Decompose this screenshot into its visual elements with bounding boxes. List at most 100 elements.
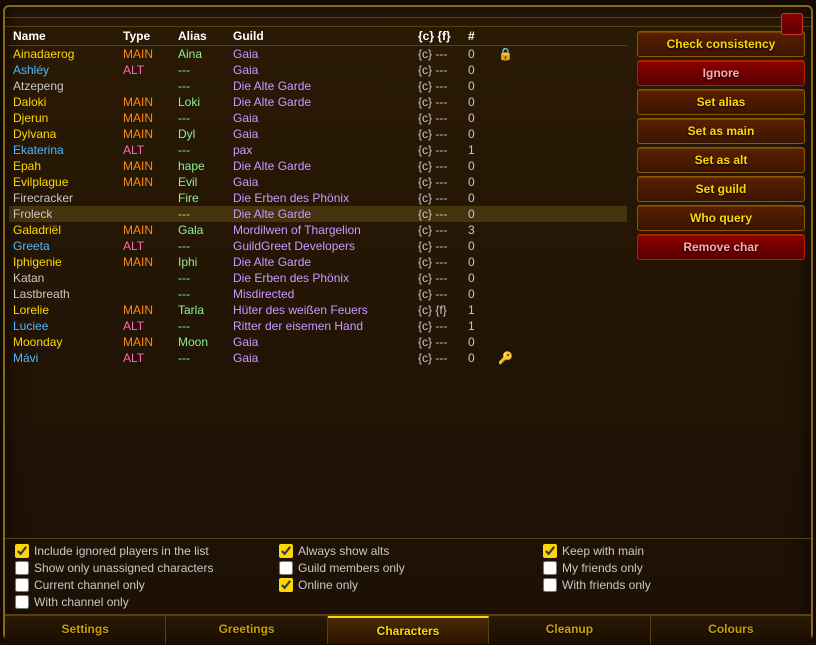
char-alias: --- xyxy=(178,79,233,93)
char-icon xyxy=(498,335,526,349)
char-type xyxy=(123,271,178,285)
set-as-main-button[interactable]: Set as main xyxy=(637,118,805,144)
char-icon: 🔑 xyxy=(498,351,526,365)
table-row[interactable]: Ainadaerog MAIN Aina Gaia {c} --- 0 🔒 xyxy=(9,46,627,62)
keep-with-main-checkbox[interactable] xyxy=(543,544,557,558)
table-row[interactable]: Galadriël MAIN Gala Mordilwen of Thargel… xyxy=(9,222,627,238)
char-misc: {c} --- xyxy=(418,207,468,221)
table-row[interactable]: Froleck --- Die Alte Garde {c} --- 0 xyxy=(9,206,627,222)
char-icon xyxy=(498,303,526,317)
char-misc: {c} --- xyxy=(418,159,468,173)
char-name: Froleck xyxy=(13,207,123,221)
char-num: 0 xyxy=(468,63,498,77)
char-guild: Gaia xyxy=(233,335,418,349)
char-guild: Die Alte Garde xyxy=(233,207,418,221)
table-row[interactable]: Iphigenie MAIN Iphi Die Alte Garde {c} -… xyxy=(9,254,627,270)
char-num: 3 xyxy=(468,223,498,237)
char-num: 0 xyxy=(468,207,498,221)
char-num: 0 xyxy=(468,335,498,349)
colours-tab[interactable]: Colours xyxy=(651,616,811,644)
remove-char-button[interactable]: Remove char xyxy=(637,234,805,260)
char-name: Mávi xyxy=(13,351,123,365)
table-row[interactable]: Daloki MAIN Loki Die Alte Garde {c} --- … xyxy=(9,94,627,110)
with-friends-only-checkbox[interactable] xyxy=(543,578,557,592)
guild-members-only-checkbox[interactable] xyxy=(279,561,293,575)
char-icon xyxy=(498,191,526,205)
char-type xyxy=(123,79,178,93)
col-num: # xyxy=(468,29,498,43)
with-friends-only-checkbox-label: With friends only xyxy=(562,578,651,592)
char-name: Lastbreath xyxy=(13,287,123,301)
table-row[interactable]: Atzepeng --- Die Alte Garde {c} --- 0 xyxy=(9,78,627,94)
char-guild: Die Erben des Phönix xyxy=(233,271,418,285)
char-name: Lorelie xyxy=(13,303,123,317)
show-only-unassigned-checkbox-label: Show only unassigned characters xyxy=(34,561,213,575)
char-misc: {c} --- xyxy=(418,143,468,157)
my-friends-only-checkbox[interactable] xyxy=(543,561,557,575)
char-name: Luciee xyxy=(13,319,123,333)
table-row[interactable]: Luciee ALT --- Ritter der eisemen Hand {… xyxy=(9,318,627,334)
characters-tab[interactable]: Characters xyxy=(328,616,489,644)
main-content: Name Type Alias Guild {c} {f} # Ainadaer… xyxy=(5,27,811,538)
char-num: 0 xyxy=(468,239,498,253)
char-alias: Iphi xyxy=(178,255,233,269)
always-show-alts-checkbox-label: Always show alts xyxy=(298,544,389,558)
my-friends-only-checkbox-label: My friends only xyxy=(562,561,643,575)
keep-with-main-checkbox-label: Keep with main xyxy=(562,544,644,558)
char-guild: Mordilwen of Thargelion xyxy=(233,223,418,237)
cleanup-tab[interactable]: Cleanup xyxy=(489,616,650,644)
char-name: Ainadaerog xyxy=(13,47,123,61)
char-alias: Loki xyxy=(178,95,233,109)
char-num: 0 xyxy=(468,47,498,61)
table-row[interactable]: Katan --- Die Erben des Phönix {c} --- 0 xyxy=(9,270,627,286)
table-row[interactable]: Greeta ALT --- GuildGreet Developers {c}… xyxy=(9,238,627,254)
set-alias-button[interactable]: Set alias xyxy=(637,89,805,115)
table-row[interactable]: Djerun MAIN --- Gaia {c} --- 0 xyxy=(9,110,627,126)
always-show-alts-checkbox-item: Always show alts xyxy=(279,544,537,558)
char-type: MAIN xyxy=(123,175,178,189)
char-guild: Hüter des weißen Feuers xyxy=(233,303,418,317)
table-row[interactable]: Moonday MAIN Moon Gaia {c} --- 0 xyxy=(9,334,627,350)
col-misc: {c} {f} xyxy=(418,29,468,43)
table-row[interactable]: Ashléy ALT --- Gaia {c} --- 0 xyxy=(9,62,627,78)
char-misc: {c} --- xyxy=(418,127,468,141)
char-type: MAIN xyxy=(123,127,178,141)
close-button[interactable] xyxy=(781,13,803,35)
table-row[interactable]: Epah MAIN hape Die Alte Garde {c} --- 0 xyxy=(9,158,627,174)
who-query-button[interactable]: Who query xyxy=(637,205,805,231)
char-guild: Ritter der eisemen Hand xyxy=(233,319,418,333)
char-num: 1 xyxy=(468,303,498,317)
ignore-button[interactable]: Ignore xyxy=(637,60,805,86)
table-row[interactable]: Dylvana MAIN Dyl Gaia {c} --- 0 xyxy=(9,126,627,142)
online-only-checkbox[interactable] xyxy=(279,578,293,592)
table-row[interactable]: Evilplague MAIN Evil Gaia {c} --- 0 xyxy=(9,174,627,190)
char-alias: --- xyxy=(178,271,233,285)
checkboxes-section: Include ignored players in the listAlway… xyxy=(5,538,811,614)
table-row[interactable]: Ekaterina ALT --- pax {c} --- 1 xyxy=(9,142,627,158)
table-row[interactable]: Lastbreath --- Misdirected {c} --- 0 xyxy=(9,286,627,302)
with-channel-only-checkbox[interactable] xyxy=(15,595,29,609)
greetings-tab[interactable]: Greetings xyxy=(166,616,327,644)
char-misc: {c} --- xyxy=(418,239,468,253)
char-type: ALT xyxy=(123,143,178,157)
char-name: Ekaterina xyxy=(13,143,123,157)
col-guild: Guild xyxy=(233,29,418,43)
table-row[interactable]: Lorelie MAIN Tarla Hüter des weißen Feue… xyxy=(9,302,627,318)
table-row[interactable]: Firecracker Fire Die Erben des Phönix {c… xyxy=(9,190,627,206)
char-misc: {c} --- xyxy=(418,111,468,125)
always-show-alts-checkbox[interactable] xyxy=(279,544,293,558)
char-misc: {c} --- xyxy=(418,255,468,269)
current-channel-only-checkbox[interactable] xyxy=(15,578,29,592)
char-guild: Die Alte Garde xyxy=(233,159,418,173)
table-row[interactable]: Mávi ALT --- Gaia {c} --- 0 🔑 xyxy=(9,350,627,366)
char-guild: Gaia xyxy=(233,127,418,141)
include-ignored-checkbox[interactable] xyxy=(15,544,29,558)
check-consistency-button[interactable]: Check consistency xyxy=(637,31,805,57)
with-friends-only-checkbox-item: With friends only xyxy=(543,578,801,592)
set-as-alt-button[interactable]: Set as alt xyxy=(637,147,805,173)
show-only-unassigned-checkbox[interactable] xyxy=(15,561,29,575)
char-misc: {c} --- xyxy=(418,223,468,237)
settings-tab[interactable]: Settings xyxy=(5,616,166,644)
set-guild-button[interactable]: Set guild xyxy=(637,176,805,202)
char-name: Dylvana xyxy=(13,127,123,141)
